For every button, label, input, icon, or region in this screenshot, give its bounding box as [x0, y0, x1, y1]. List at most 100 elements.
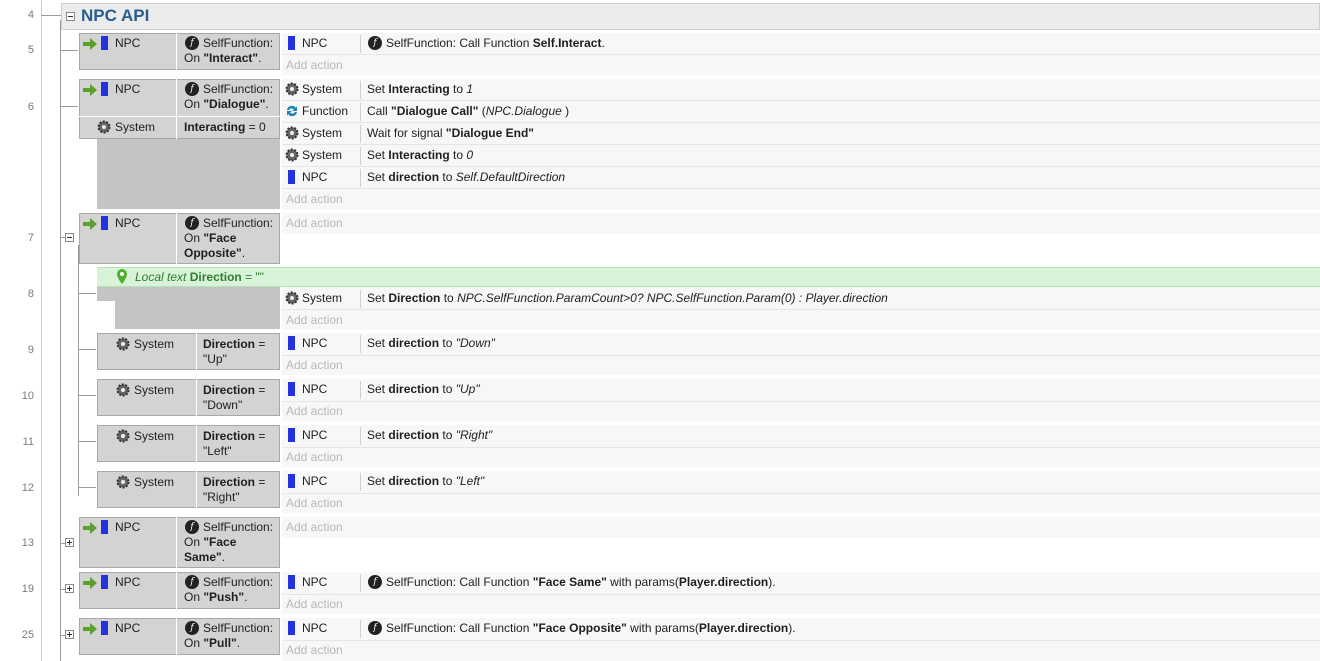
system-gear-icon: [285, 126, 299, 140]
action-text[interactable]: Set Interacting to 0: [367, 148, 473, 163]
local-variable-row[interactable]: [97, 267, 1320, 287]
add-action-link[interactable]: Add action: [286, 192, 343, 207]
condition-text: SelfFunction:: [203, 82, 274, 96]
action-text[interactable]: Set direction to "Up": [367, 382, 480, 397]
condition-text: "Left": [203, 444, 232, 458]
condition-text: Direction =: [203, 475, 266, 489]
line-number: 25: [21, 629, 34, 641]
expand-toggle-icon[interactable]: [65, 630, 74, 639]
npc-object-icon: [101, 216, 108, 230]
condition-separator: [79, 116, 280, 117]
add-action-link[interactable]: Add action: [286, 58, 343, 73]
add-action-link[interactable]: Add action: [286, 520, 343, 535]
npc-object-icon: [101, 82, 108, 96]
column-divider: [360, 81, 361, 99]
condition-text: Opposite".: [184, 246, 246, 260]
add-action-link[interactable]: Add action: [286, 643, 343, 658]
action-text[interactable]: SelfFunction: Call Function Self.Interac…: [386, 36, 605, 51]
add-action-link[interactable]: Add action: [286, 313, 343, 328]
condition-text: SelfFunction:: [203, 36, 274, 50]
column-divider: [360, 574, 361, 592]
event-conditions-empty: [97, 139, 280, 209]
condition-divider: [176, 618, 177, 655]
action-text[interactable]: Set direction to "Left": [367, 474, 484, 489]
function-call-icon: [287, 105, 297, 117]
condition-object: NPC: [115, 216, 141, 230]
selffunction-icon: f: [185, 216, 199, 230]
selffunction-icon: f: [368, 36, 382, 50]
tree-line: [60, 106, 78, 107]
add-action-link[interactable]: Add action: [286, 496, 343, 511]
action-text[interactable]: Set Direction to NPC.SelfFunction.ParamC…: [367, 291, 888, 306]
action-text[interactable]: Set direction to "Right": [367, 428, 492, 443]
expand-toggle-icon[interactable]: [65, 584, 74, 593]
npc-object-icon: [288, 170, 295, 184]
line-number: 4: [27, 9, 34, 21]
action-text[interactable]: Set direction to Self.DefaultDirection: [367, 170, 565, 185]
actions-area[interactable]: [282, 517, 1320, 538]
condition-text: On "Face: [184, 231, 237, 245]
action-text[interactable]: SelfFunction: Call Function "Face Opposi…: [386, 621, 796, 636]
column-divider: [360, 473, 361, 491]
condition-object: NPC: [115, 575, 141, 589]
action-object: NPC: [302, 621, 328, 635]
event-conditions-empty[interactable]: [97, 287, 280, 301]
trigger-arrow-icon: [83, 38, 97, 50]
npc-object-icon: [101, 621, 108, 635]
column-divider: [360, 290, 361, 308]
line-number: 13: [21, 537, 34, 549]
condition-text: Direction =: [203, 429, 266, 443]
add-action-link[interactable]: Add action: [286, 404, 343, 419]
line-number: 7: [27, 232, 34, 244]
condition-text: Direction =: [203, 383, 266, 397]
trigger-arrow-icon: [83, 623, 97, 635]
action-text[interactable]: Call "Dialogue Call" (NPC.Dialogue ): [367, 104, 569, 119]
tree-line: [78, 245, 79, 496]
collapse-toggle-icon[interactable]: [66, 12, 75, 21]
action-text[interactable]: Wait for signal "Dialogue End": [367, 126, 534, 141]
add-action-link[interactable]: Add action: [286, 358, 343, 373]
line-number: 12: [21, 482, 34, 494]
action-object: NPC: [302, 382, 328, 396]
add-action-link[interactable]: Add action: [286, 216, 343, 231]
action-object: NPC: [302, 474, 328, 488]
npc-object-icon: [101, 575, 108, 589]
condition-text: On "Pull".: [184, 636, 241, 650]
event-conditions-empty: [115, 301, 280, 329]
column-divider: [360, 35, 361, 53]
group-header[interactable]: [61, 3, 1320, 30]
npc-object-icon: [101, 36, 108, 50]
selffunction-icon: f: [368, 621, 382, 635]
condition-divider: [196, 333, 197, 370]
row-separator: [282, 166, 1320, 167]
add-action-link[interactable]: Add action: [286, 450, 343, 465]
row-separator: [282, 355, 1320, 356]
npc-object-icon: [101, 520, 108, 534]
column-divider: [360, 381, 361, 399]
add-action-link[interactable]: Add action: [286, 597, 343, 612]
action-object: NPC: [302, 575, 328, 589]
selffunction-icon: f: [185, 621, 199, 635]
action-object: Function: [302, 104, 349, 118]
column-divider: [360, 427, 361, 445]
action-text[interactable]: Set Interacting to 1: [367, 82, 473, 97]
row-separator: [282, 54, 1320, 55]
column-divider: [360, 125, 361, 143]
line-number: 9: [27, 344, 34, 356]
collapse-toggle-icon[interactable]: [65, 233, 74, 242]
trigger-arrow-icon: [83, 218, 97, 230]
action-text[interactable]: Set direction to "Down": [367, 336, 495, 351]
actions-area[interactable]: [282, 213, 1320, 234]
condition-text: Direction =: [203, 337, 266, 351]
action-text[interactable]: SelfFunction: Call Function "Face Same" …: [386, 575, 776, 590]
condition-object: System: [134, 429, 175, 443]
selffunction-icon: f: [185, 520, 199, 534]
expand-toggle-icon[interactable]: [65, 538, 74, 547]
row-separator: [282, 447, 1320, 448]
column-divider: [360, 147, 361, 165]
tree-line: [78, 487, 96, 488]
condition-text: On "Interact".: [184, 51, 262, 65]
row-separator: [282, 640, 1320, 641]
tree-line: [78, 293, 96, 294]
row-separator: [282, 594, 1320, 595]
